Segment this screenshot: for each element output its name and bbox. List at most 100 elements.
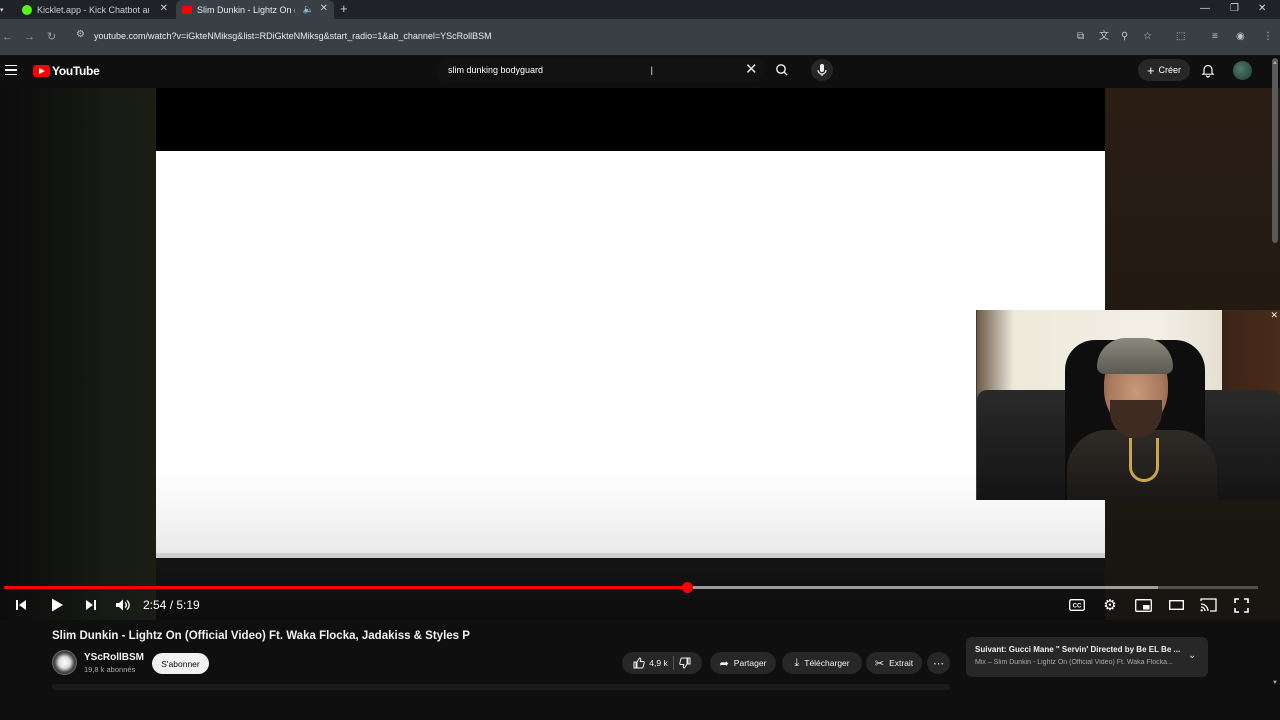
like-button[interactable]: 4,9 k [633, 657, 668, 669]
previous-icon [16, 600, 26, 610]
webcam-overlay: ✕ [976, 310, 1280, 500]
share-label: Partager [733, 658, 767, 668]
menu-icon[interactable] [5, 65, 17, 75]
up-next-playlist: Mix – Slim Dunkin - Lightz On (Official … [975, 659, 1173, 666]
more-horizontal-icon: ⋯ [933, 657, 944, 670]
volume-icon [116, 599, 130, 611]
download-icon: ⤓ [794, 656, 800, 669]
browser-menu-icon[interactable]: ⋮ [1263, 31, 1273, 43]
next-button[interactable] [82, 596, 100, 614]
account-avatar[interactable] [1233, 61, 1252, 80]
channel-avatar[interactable] [52, 650, 77, 675]
clear-search-icon[interactable]: ✕ [745, 61, 758, 78]
miniplayer-icon [1134, 598, 1152, 612]
webcam-person-cap [1097, 338, 1173, 374]
next-icon [86, 600, 96, 610]
maximize-icon[interactable]: ❐ [1230, 2, 1239, 16]
clip-button[interactable]: ✂ Extrait [866, 652, 922, 674]
notifications-button[interactable] [1200, 62, 1216, 78]
extensions-icon[interactable]: ⬚ [1176, 31, 1185, 43]
tab-title: Kicklet.app - Kick Chatbot and [37, 4, 149, 15]
like-divider [672, 656, 674, 670]
youtube-logo-text[interactable]: YouTube [52, 64, 100, 78]
tab-title: Slim Dunkin - Lightz On (Of [197, 4, 295, 15]
tab-audio-icon[interactable]: 🔈 [303, 3, 314, 15]
scissors-icon: ✂ [874, 657, 885, 670]
new-tab-icon[interactable]: + [340, 1, 348, 16]
download-button[interactable]: ⤓ Télécharger [782, 652, 862, 674]
youtube-favicon-icon [182, 5, 192, 14]
subtitles-button[interactable]: CC [1067, 596, 1087, 614]
volume-button[interactable] [114, 596, 132, 614]
time-display: 2:54 / 5:19 [143, 598, 200, 612]
tab-kicklet[interactable]: Kicklet.app - Kick Chatbot and ✕ [16, 0, 174, 19]
address-bar[interactable]: ⚙ youtube.com/watch?v=iGkteNMiksg&list=R… [70, 26, 1080, 48]
translate-icon[interactable]: 文 [1099, 31, 1109, 43]
window-close-icon[interactable]: ✕ [1258, 2, 1266, 16]
zoom-icon[interactable]: ⚲ [1121, 31, 1128, 43]
create-button[interactable]: + Créer [1138, 59, 1190, 81]
dislike-button[interactable] [678, 657, 691, 669]
cast-icon [1199, 598, 1217, 612]
search-button[interactable] [768, 58, 796, 82]
chevron-down-icon[interactable]: ⌄ [1188, 650, 1196, 661]
scroll-down-arrow-icon[interactable]: ▼ [1272, 680, 1278, 686]
progress-bar[interactable] [4, 582, 1258, 593]
tab-close-icon[interactable]: ✕ [160, 3, 168, 15]
profile-icon[interactable]: ◉ [1236, 31, 1245, 43]
overlay-close-icon: ✕ [1270, 310, 1278, 320]
url-text: youtube.com/watch?v=iGkteNMiksg&list=RDi… [94, 31, 492, 41]
media-control-icon[interactable]: ≡ [1212, 31, 1218, 43]
reload-icon[interactable]: ↻ [47, 30, 56, 44]
fullscreen-icon [1233, 597, 1249, 613]
site-info-icon[interactable]: ⚙ [76, 29, 85, 40]
subtitles-icon: CC [1069, 599, 1085, 611]
voice-search-button[interactable] [811, 59, 833, 81]
description-box-edge [52, 684, 950, 690]
webcam-person-chain [1129, 438, 1159, 482]
settings-button[interactable]: ⚙ [1100, 596, 1120, 614]
video-frame [156, 151, 1105, 558]
play-button[interactable] [46, 596, 68, 614]
search-input[interactable]: slim dunking bodyguard I ✕ [437, 58, 765, 82]
forward-icon[interactable]: → [24, 30, 35, 44]
clip-label: Extrait [889, 658, 914, 668]
browser-toolbar: ← → ↻ ⚙ youtube.com/watch?v=iGkteNMiksg&… [0, 19, 1280, 55]
tab-search-chevron-icon[interactable]: ▾ [0, 4, 4, 18]
more-actions-button[interactable]: ⋯ [927, 652, 950, 674]
tab-youtube-active[interactable]: Slim Dunkin - Lightz On (Of 🔈 ✕ [176, 0, 334, 19]
back-icon[interactable]: ← [2, 30, 13, 44]
create-label: Créer [1158, 65, 1182, 75]
fullscreen-button[interactable] [1231, 596, 1251, 614]
progress-played [4, 586, 688, 589]
minimize-icon[interactable]: — [1200, 2, 1210, 16]
player-control-backdrop [156, 558, 1105, 620]
youtube-logo-icon[interactable] [33, 65, 50, 77]
cast-button[interactable] [1198, 596, 1218, 614]
subscribe-button[interactable]: S'abonner [152, 653, 209, 674]
thumbs-up-icon [633, 657, 646, 669]
tab-close-icon[interactable]: ✕ [320, 3, 328, 15]
theater-mode-icon [1168, 600, 1184, 610]
theater-mode-button[interactable] [1166, 596, 1186, 614]
plus-icon: + [1146, 62, 1155, 78]
scroll-up-arrow-icon[interactable]: ▲ [1272, 60, 1278, 66]
thumbs-down-icon [678, 657, 691, 669]
play-icon [52, 598, 63, 612]
text-cursor-icon: I [650, 64, 654, 78]
kicklet-favicon-icon [22, 4, 32, 15]
previous-button[interactable] [12, 596, 30, 614]
search-query: slim dunking bodyguard [448, 65, 544, 75]
progress-scrubber[interactable] [681, 582, 693, 593]
share-button[interactable]: ➦ Partager [710, 652, 776, 674]
ambient-glow-left [0, 88, 156, 620]
miniplayer-button[interactable] [1133, 596, 1153, 614]
up-next-card[interactable]: Suivant: Gucci Mane " Servin' Directed b… [966, 637, 1208, 677]
install-app-icon[interactable]: ⧉ [1077, 31, 1084, 43]
svg-text:CC: CC [1073, 604, 1082, 610]
channel-name[interactable]: YScRollBSM [84, 652, 144, 663]
gear-icon: ⚙ [1103, 596, 1117, 614]
page-scrollbar-thumb[interactable] [1272, 58, 1278, 243]
video-player[interactable] [156, 88, 1105, 558]
bookmark-star-icon[interactable]: ☆ [1143, 31, 1152, 43]
